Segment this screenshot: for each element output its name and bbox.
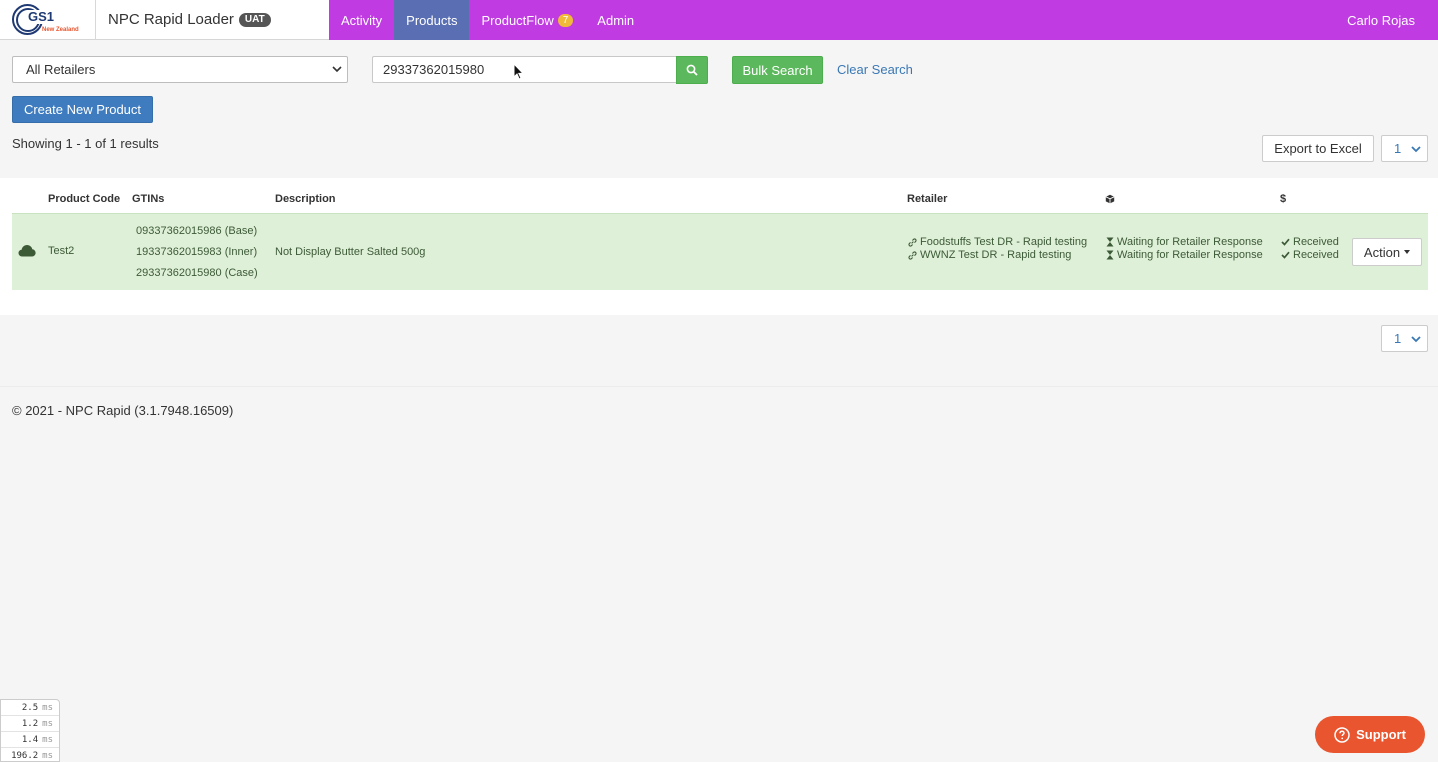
- productflow-count-badge: 7: [557, 13, 574, 27]
- top-navbar: GS1 New Zealand NPC Rapid Loader UAT Act…: [0, 0, 1438, 40]
- chevron-down-icon: [1411, 336, 1421, 343]
- env-badge: UAT: [238, 12, 271, 27]
- page-select-top[interactable]: 1: [1381, 135, 1428, 162]
- retailer-status-2: Waiting for Retailer Response: [1106, 249, 1263, 261]
- price-status-2: Received: [1281, 249, 1339, 261]
- app-title: NPC Rapid Loader: [108, 11, 234, 28]
- nav-productflow[interactable]: ProductFlow 7: [469, 0, 585, 40]
- menu-spacer: [646, 0, 1335, 40]
- profiler-value: 2.5: [21, 702, 39, 713]
- app-title-group[interactable]: NPC Rapid Loader UAT: [108, 11, 271, 28]
- retailer-name-1: Foodstuffs Test DR - Rapid testing: [920, 236, 1088, 248]
- link-icon: [908, 237, 917, 247]
- price-status-1-text: Received: [1293, 236, 1339, 248]
- mini-profiler[interactable]: 2.5 ms 1.2 ms 1.4 ms 196.2 ms: [0, 699, 60, 762]
- price-status-2-text: Received: [1293, 249, 1339, 261]
- column-header-description[interactable]: Description: [275, 193, 336, 205]
- logo-text: GS1: [27, 8, 56, 24]
- profiler-row[interactable]: 2.5 ms: [1, 700, 59, 716]
- page-select-bottom[interactable]: 1: [1381, 325, 1428, 352]
- logo-subtext: New Zealand: [42, 26, 79, 33]
- column-header-price: $: [1280, 193, 1287, 205]
- column-header-box: [1105, 194, 1115, 207]
- check-icon: [1281, 238, 1290, 246]
- search-button[interactable]: [676, 56, 708, 84]
- results-count: Showing 1 - 1 of 1 results: [12, 136, 159, 151]
- profiler-unit: ms: [42, 718, 53, 729]
- action-dropdown-button[interactable]: Action: [1352, 238, 1422, 266]
- page-select-bottom-value: 1: [1394, 331, 1402, 346]
- main-menu: Activity Products ProductFlow 7 Admin Ca…: [329, 0, 1438, 40]
- nav-admin[interactable]: Admin: [585, 0, 646, 40]
- profiler-row[interactable]: 1.4 ms: [1, 732, 59, 748]
- nav-activity[interactable]: Activity: [329, 0, 394, 40]
- retailer-name-2: WWNZ Test DR - Rapid testing: [920, 249, 1072, 261]
- retailer-status-1: Waiting for Retailer Response: [1106, 236, 1263, 248]
- chevron-down-icon: [332, 66, 342, 73]
- price-status-1: Received: [1281, 236, 1339, 248]
- retailer-select-value: All Retailers: [26, 62, 96, 77]
- caret-down-icon: [1404, 250, 1411, 254]
- profiler-value: 1.4: [21, 734, 39, 745]
- profiler-value: 1.2: [21, 718, 39, 729]
- column-header-product-code[interactable]: Product Code: [48, 193, 120, 205]
- box-icon: [1105, 194, 1115, 204]
- profiler-unit: ms: [42, 751, 53, 761]
- help-circle-icon: [1334, 726, 1350, 743]
- product-description: Not Display Butter Salted 500g: [275, 246, 426, 258]
- nav-products[interactable]: Products: [394, 0, 470, 40]
- profiler-unit: ms: [42, 734, 53, 745]
- chevron-down-icon: [1411, 146, 1421, 153]
- gs1-logo[interactable]: GS1 New Zealand: [0, 0, 96, 40]
- page-select-top-value: 1: [1394, 141, 1402, 156]
- search-icon: [686, 64, 698, 76]
- support-button[interactable]: Support: [1315, 716, 1425, 753]
- table-row[interactable]: Test2 09337362015986 (Base) 193373620159…: [12, 213, 1428, 290]
- create-new-product-button[interactable]: Create New Product: [12, 96, 153, 123]
- retailer-status-1-text: Waiting for Retailer Response: [1117, 236, 1263, 248]
- column-header-gtins[interactable]: GTINs: [132, 193, 164, 205]
- gtin-case: 29337362015980 (Case): [136, 267, 258, 279]
- retailer-select[interactable]: All Retailers: [12, 56, 348, 83]
- profiler-row[interactable]: 196.2 ms: [1, 748, 59, 762]
- nav-productflow-label: ProductFlow: [481, 12, 554, 28]
- user-menu[interactable]: Carlo Rojas: [1335, 0, 1438, 40]
- column-header-retailer[interactable]: Retailer: [907, 193, 947, 205]
- product-code[interactable]: Test2: [48, 245, 74, 257]
- products-table: Product Code GTINs Description Retailer …: [0, 178, 1438, 315]
- link-icon: [908, 250, 917, 260]
- bulk-search-button[interactable]: Bulk Search: [732, 56, 823, 84]
- clear-search-link[interactable]: Clear Search: [837, 62, 913, 77]
- mouse-cursor-icon: [513, 63, 524, 80]
- cloud-icon: [18, 245, 36, 257]
- footer-copyright: © 2021 - NPC Rapid (3.1.7948.16509): [12, 403, 234, 418]
- footer-divider: [0, 386, 1438, 387]
- export-to-excel-button[interactable]: Export to Excel: [1262, 135, 1374, 162]
- support-label: Support: [1356, 727, 1406, 742]
- profiler-row[interactable]: 1.2 ms: [1, 716, 59, 732]
- retailer-link-2[interactable]: WWNZ Test DR - Rapid testing: [908, 249, 1071, 261]
- gtin-inner: 19337362015983 (Inner): [136, 246, 258, 258]
- search-input[interactable]: [372, 56, 677, 83]
- hourglass-icon: [1106, 250, 1114, 260]
- gtin-base: 09337362015986 (Base): [136, 225, 258, 237]
- profiler-unit: ms: [42, 702, 53, 713]
- check-icon: [1281, 251, 1290, 259]
- hourglass-icon: [1106, 237, 1114, 247]
- profiler-value: 196.2: [11, 751, 39, 761]
- retailer-status-2-text: Waiting for Retailer Response: [1117, 249, 1263, 261]
- action-label: Action: [1363, 244, 1401, 260]
- retailer-link-1[interactable]: Foodstuffs Test DR - Rapid testing: [908, 236, 1087, 248]
- brand-area: GS1 New Zealand NPC Rapid Loader UAT: [0, 0, 329, 40]
